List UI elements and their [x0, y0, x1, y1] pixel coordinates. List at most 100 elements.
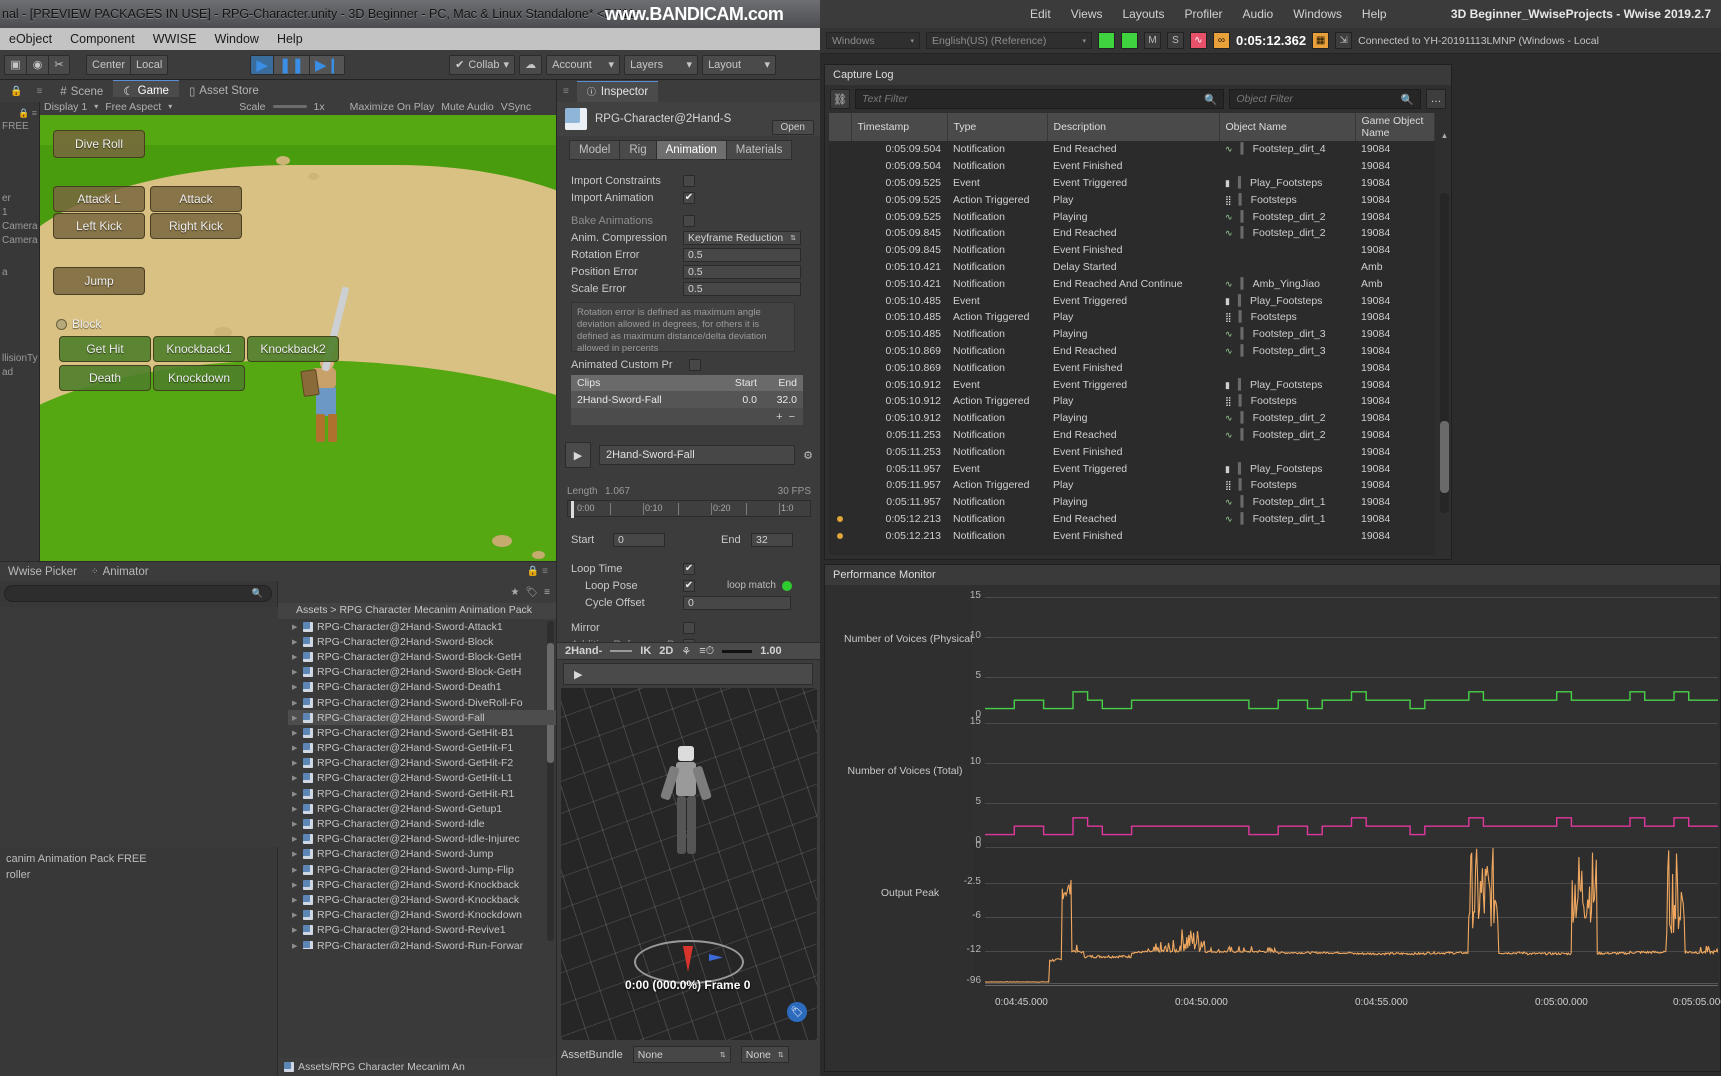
pause-button[interactable]: ❚❚	[272, 54, 310, 75]
checkbox[interactable]: ✔	[683, 562, 695, 575]
picker-list[interactable]	[0, 607, 278, 847]
asset-list-item[interactable]: ▶ RPG-Character@2Hand-Sword-Death1	[288, 680, 556, 695]
capture-log-row[interactable]: 0:05:10.485 Event Event Triggered ▮ ▍ Play_Fo…	[829, 292, 1435, 309]
capture-log-row[interactable]: 0:05:09.845 Notification Event Finished 190…	[829, 242, 1435, 259]
game-button-knockdown[interactable]: Knockdown	[153, 365, 245, 391]
chart-voices-total[interactable]: 15 10 5 0	[970, 716, 1718, 846]
asset-list-item[interactable]: ▶ RPG-Character@2Hand-Sword-Attack1	[288, 619, 556, 634]
wwise-menu-windows[interactable]: Windows	[1283, 5, 1352, 23]
col-object-name[interactable]: Object Name	[1219, 113, 1356, 141]
preview-playback-bar[interactable]: ▶	[563, 663, 813, 685]
cycle-offset-input[interactable]: 0	[683, 595, 791, 610]
play-clip-icon[interactable]: ▶	[565, 442, 591, 468]
game-button-knockback2[interactable]: Knockback2	[247, 336, 339, 362]
dropdown[interactable]: Keyframe Reduction ⇅	[683, 230, 801, 245]
capture-log-row[interactable]: 0:05:12.213 Notification End Reached ∿ ▍ Foot…	[829, 511, 1435, 528]
game-button-jump[interactable]: Jump	[53, 267, 145, 295]
asset-list-item[interactable]: ▶ RPG-Character@2Hand-Sword-GetHit-L1	[288, 771, 556, 786]
speed-slider[interactable]	[722, 649, 753, 653]
asset-list-item[interactable]: ▶ RPG-Character@2Hand-Sword-GetHit-F2	[288, 756, 556, 771]
scroll-up-icon[interactable]: ▲	[1440, 131, 1449, 140]
capture-log-row[interactable]: 0:05:09.525 Notification Playing ∿ ▍ Footstep…	[829, 208, 1435, 225]
game-button-left-kick[interactable]: Left Kick	[53, 213, 145, 239]
game-button-attack-l[interactable]: Attack L	[53, 186, 145, 212]
field-anim-compression[interactable]: Anim. Compression Keyframe Reduction ⇅	[571, 229, 811, 246]
expand-arrow-icon[interactable]: ▶	[292, 866, 299, 874]
menu-help[interactable]: Help	[268, 30, 312, 48]
mute-audio-toggle[interactable]: Mute Audio	[441, 101, 494, 113]
account-dropdown[interactable]: Account ▾	[546, 54, 621, 75]
col-type[interactable]: Type	[947, 113, 1048, 141]
inspector-menu-icon[interactable]: ≡	[563, 86, 569, 97]
start-input[interactable]: 0	[613, 533, 665, 547]
asset-list-item[interactable]: ▶ RPG-Character@2Hand-Sword-Jump	[288, 847, 556, 862]
capture-log-row[interactable]: 0:05:11.253 Notification End Reached ∿ ▍ Foot…	[829, 427, 1435, 444]
pivot-mode-button[interactable]: Center	[86, 54, 131, 75]
collab-button[interactable]: ✔ Collab ▾	[449, 54, 516, 75]
capture-log-row[interactable]: 0:05:10.912 Event Event Triggered ▮ ▍ Play_Fo…	[829, 376, 1435, 393]
menu-gameobject[interactable]: eObject	[0, 30, 61, 48]
capture-loop-icon[interactable]: ∞	[1213, 32, 1230, 49]
field-mirror[interactable]: Mirror	[571, 619, 811, 636]
menu-wwise[interactable]: WWISE	[144, 30, 206, 48]
clip-settings-icon[interactable]: ⚙	[803, 449, 813, 462]
menu-component[interactable]: Component	[61, 30, 144, 48]
asset-list-item[interactable]: ▶ RPG-Character@2Hand-Sword-Block-GetH	[288, 649, 556, 664]
play-button[interactable]: ▶	[250, 54, 273, 75]
col-game-object-name[interactable]: Game Object Name	[1355, 113, 1435, 141]
wwise-menu-profiler[interactable]: Profiler	[1175, 5, 1233, 23]
tab-rig[interactable]: Rig	[619, 140, 656, 160]
asset-list-item[interactable]: ▶ RPG-Character@2Hand-Sword-GetHit-B1	[288, 725, 556, 740]
expand-arrow-icon[interactable]: ▶	[292, 729, 299, 737]
chart-output-peak[interactable]: 0 -2.5 -6 -12 -96	[964, 840, 1718, 986]
expand-arrow-icon[interactable]: ▶	[292, 774, 299, 782]
clip-timeline[interactable]: 0:00 0:10 0:20 1:0	[567, 500, 811, 518]
rect-tool-icon[interactable]: ▣	[4, 54, 26, 75]
expand-arrow-icon[interactable]: ▶	[292, 790, 299, 798]
expand-arrow-icon[interactable]: ▶	[292, 759, 299, 767]
field-cycle-offset[interactable]: Cycle Offset 0	[571, 594, 811, 611]
expand-arrow-icon[interactable]: ▶	[292, 926, 299, 934]
expand-arrow-icon[interactable]: ▶	[292, 683, 299, 691]
field-import-constraints[interactable]: Import Constraints	[571, 172, 811, 189]
capture-log-row[interactable]: 0:05:12.213 Notification Event Finished 190…	[829, 527, 1435, 544]
expand-arrow-icon[interactable]: ▶	[292, 714, 299, 722]
object-filter-input[interactable]: Object Filter 🔍	[1229, 89, 1421, 109]
layers-dropdown[interactable]: Layers ▾	[624, 54, 699, 75]
game-button-knockback1[interactable]: Knockback1	[153, 336, 245, 362]
tab-animation[interactable]: Animation	[655, 140, 726, 160]
asset-list-item[interactable]: ▶ RPG-Character@2Hand-Sword-Block-GetH	[288, 665, 556, 680]
mute-button[interactable]: M	[1144, 32, 1161, 49]
remote-connect-icon[interactable]: ▦	[1312, 32, 1330, 49]
solo-button[interactable]: S	[1167, 32, 1184, 49]
open-button[interactable]: Open	[771, 120, 814, 135]
asset-list-item[interactable]: ▶ RPG-Character@2Hand-Sword-Knockdown	[288, 908, 556, 923]
animation-preview[interactable]: 0:00 (000.0%) Frame 0 🏷	[561, 688, 817, 1040]
chart-voices-physical[interactable]: 15 10 5 0	[970, 590, 1718, 720]
capture-log-row[interactable]: 0:05:09.845 Notification End Reached ∿ ▍ Foot…	[829, 225, 1435, 242]
timeline-playhead[interactable]	[571, 501, 574, 518]
assetbundle-dropdown[interactable]: None ⇅	[632, 1046, 731, 1063]
capture-log-row[interactable]: 0:05:10.485 Notification Playing ∿ ▍ Footstep…	[829, 326, 1435, 343]
cloud-button[interactable]: ☁	[519, 54, 543, 75]
capture-log-row[interactable]: 0:05:10.869 Notification Event Finished 190…	[829, 359, 1435, 376]
project-menu-icon[interactable]: ≡	[544, 587, 550, 598]
model-import-tabs[interactable]: Model Rig Animation Materials	[569, 140, 793, 160]
expand-arrow-icon[interactable]: ▶	[292, 942, 299, 949]
expand-arrow-icon[interactable]: ▶	[292, 653, 299, 661]
field-loop-pose[interactable]: Loop Pose ✔ loop match	[571, 577, 811, 594]
tab-inspector[interactable]: ⓘ Inspector	[576, 81, 659, 102]
expand-arrow-icon[interactable]: ▶	[292, 820, 299, 828]
refresh-icon[interactable]: ⇲	[1335, 32, 1353, 49]
capture-log-row[interactable]: 0:05:09.525 Event Event Triggered ▮ ▍ Play_Fo…	[829, 175, 1435, 192]
game-button-right-kick[interactable]: Right Kick	[150, 213, 242, 239]
asset-list-item[interactable]: ▶ RPG-Character@2Hand-Sword-Knockback	[288, 892, 556, 907]
checkbox[interactable]	[689, 358, 701, 371]
preview-ik-toggle[interactable]: IK	[640, 645, 651, 657]
game-button-attack[interactable]: Attack	[150, 186, 242, 212]
asset-list-item[interactable]: ▶ RPG-Character@2Hand-Sword-Block	[288, 634, 556, 649]
asset-list-item[interactable]: ▶ RPG-Character@2Hand-Sword-Revive1	[288, 923, 556, 938]
panel-lock-icon[interactable]: 🔒 ≡	[527, 566, 548, 577]
text-filter-input[interactable]: Text Filter 🔍	[855, 89, 1225, 109]
add-clip-icon[interactable]: +	[776, 411, 782, 423]
